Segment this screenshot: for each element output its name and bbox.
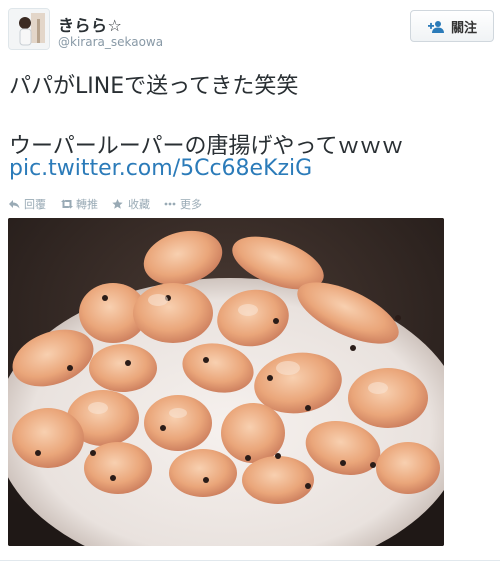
divider: [0, 560, 500, 561]
tweet-media-link[interactable]: pic.twitter.com/5Cc68eKziG: [9, 156, 312, 181]
user-avatar-image: [9, 9, 49, 49]
favorite-label: 收藏: [128, 198, 150, 211]
follow-button-label: 關注: [450, 20, 477, 36]
tweet-photo[interactable]: [8, 218, 444, 546]
reply-label: 回覆: [24, 198, 46, 211]
user-handle[interactable]: @kirara_sekaowa: [58, 35, 163, 49]
favorite-star-icon: [112, 199, 124, 209]
fried-axolotl-photo: [8, 218, 444, 546]
follow-button[interactable]: 關注: [410, 10, 494, 42]
display-name[interactable]: きらら☆: [58, 12, 122, 36]
tweet-text-line-1: パパがLINEで送ってきた笑笑: [9, 74, 299, 99]
retweet-action[interactable]: 轉推: [60, 196, 98, 212]
retweet-label: 轉推: [76, 198, 98, 211]
avatar[interactable]: [8, 8, 50, 50]
retweet-icon: [60, 199, 73, 209]
tweet-card: きらら☆ @kirara_sekaowa 關注 パパがLINEで送ってきた笑笑 …: [0, 0, 500, 570]
favorite-action[interactable]: 收藏: [112, 196, 150, 212]
add-user-icon: [427, 19, 445, 33]
reply-icon: [8, 199, 20, 209]
more-action[interactable]: 更多: [164, 196, 202, 212]
tweet-actions: 回覆 轉推 收藏 更多: [8, 196, 202, 212]
reply-action[interactable]: 回覆: [8, 196, 46, 212]
more-label: 更多: [180, 198, 202, 211]
more-dots-icon: [164, 199, 176, 209]
